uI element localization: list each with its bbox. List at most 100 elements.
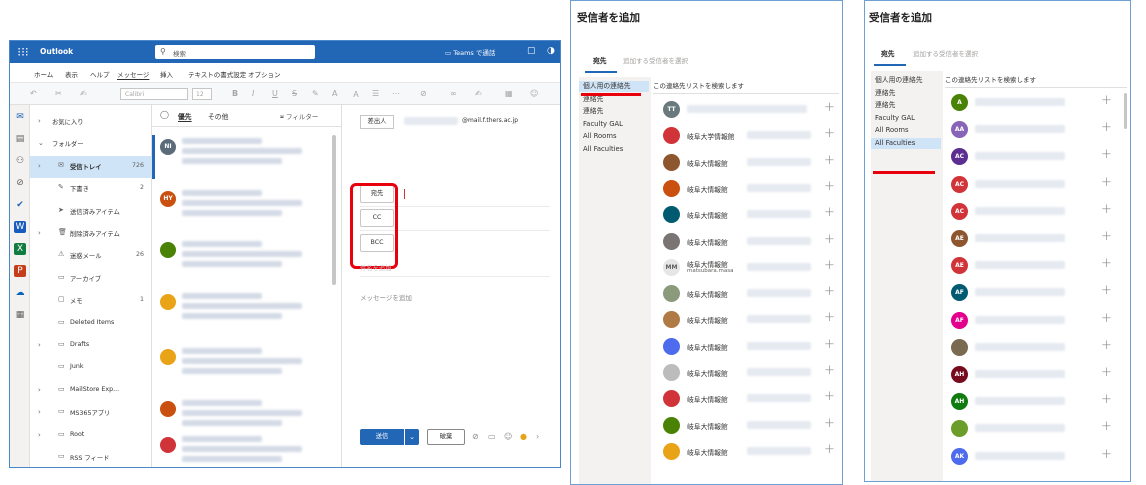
cut-icon[interactable]: ✂ <box>55 89 62 98</box>
recipient-input[interactable]: 追加する受信者を選択 <box>913 48 978 58</box>
subject-input[interactable]: 件名を追加 <box>360 263 391 272</box>
folder-item[interactable]: ▢ メモ 1 <box>30 290 152 312</box>
category-item[interactable]: 個人用の連絡先 <box>871 75 941 86</box>
menu-tab[interactable]: 挿入 <box>160 69 173 79</box>
contact-row[interactable]: AF + <box>951 308 1121 334</box>
attach-icon[interactable]: ⊘ <box>472 432 479 441</box>
italic-icon[interactable]: I <box>252 89 254 98</box>
contact-row[interactable]: 岐阜大情報館 + <box>663 307 842 333</box>
contact-row[interactable]: A + <box>951 90 1121 116</box>
add-contact-plus-icon[interactable]: + <box>1101 120 1112 135</box>
add-contact-plus-icon[interactable]: + <box>1101 147 1112 162</box>
contact-row[interactable]: AF + <box>951 280 1121 306</box>
discard-button[interactable]: 破棄 <box>427 429 465 445</box>
table-icon[interactable]: ▦ <box>505 89 513 98</box>
add-contact-plus-icon[interactable]: + <box>1101 447 1112 462</box>
add-contact-plus-icon[interactable]: + <box>1101 202 1112 217</box>
category-item[interactable]: 連絡先 <box>579 106 649 117</box>
category-item[interactable]: All Rooms <box>871 125 941 136</box>
folder-item[interactable]: › ▭ Drafts <box>30 335 152 357</box>
add-contact-plus-icon[interactable]: + <box>1101 229 1112 244</box>
folder-item[interactable]: ▭ RSS フィード <box>30 447 152 467</box>
add-contact-plus-icon[interactable]: + <box>824 416 835 431</box>
folder-item[interactable]: › ▭ Root <box>30 425 152 447</box>
contact-row[interactable]: AH + <box>951 389 1121 415</box>
font-color-icon[interactable]: A <box>332 89 337 98</box>
apps-icon[interactable]: ▦ <box>14 309 26 321</box>
folder-item[interactable]: › ▭ MS365アプリ <box>30 402 152 424</box>
folder-item[interactable]: ▭ アーカイブ <box>30 268 152 290</box>
tab-other[interactable]: その他 <box>208 111 228 121</box>
list-scrollbar[interactable] <box>332 135 336 285</box>
powerpoint-icon[interactable]: P <box>14 265 26 277</box>
add-contact-plus-icon[interactable]: + <box>824 153 835 168</box>
add-contact-plus-icon[interactable]: + <box>824 100 835 115</box>
contact-row[interactable]: AA + <box>951 117 1121 143</box>
message-item[interactable]: HY <box>152 187 328 233</box>
contact-row[interactable]: AE + <box>951 226 1121 252</box>
contact-row[interactable]: + <box>951 335 1121 361</box>
bold-icon[interactable]: B <box>232 89 238 98</box>
attach-icon[interactable]: ⊘ <box>420 89 427 98</box>
message-body[interactable]: メッセージを追加 <box>360 292 412 302</box>
recipient-input[interactable]: 追加する受信者を選択 <box>623 55 688 65</box>
loop-icon[interactable]: ● <box>520 432 527 441</box>
add-contact-plus-icon[interactable]: + <box>824 389 835 404</box>
send-button[interactable]: 送信 <box>360 429 404 445</box>
message-item[interactable]: NI <box>152 135 328 181</box>
contact-row[interactable]: 岐阜大情報館 + <box>663 413 842 439</box>
add-contact-plus-icon[interactable]: + <box>1101 256 1112 271</box>
add-contact-plus-icon[interactable]: + <box>824 363 835 378</box>
category-item[interactable]: Faculty GAL <box>579 119 649 130</box>
word-icon[interactable]: W <box>14 221 26 233</box>
add-contact-plus-icon[interactable]: + <box>824 442 835 457</box>
add-contact-plus-icon[interactable]: + <box>824 258 835 273</box>
select-all-icon[interactable]: ◯ <box>160 110 169 119</box>
add-contact-plus-icon[interactable]: + <box>1101 338 1112 353</box>
contact-row[interactable]: AC + <box>951 199 1121 225</box>
message-item[interactable] <box>152 238 328 284</box>
add-contact-plus-icon[interactable]: + <box>824 126 835 141</box>
contact-row[interactable]: 岐阜大情報館 + <box>663 281 842 307</box>
add-contact-plus-icon[interactable]: + <box>1101 283 1112 298</box>
folder-item[interactable]: › ▭ MailStore Exp... <box>30 380 152 402</box>
contact-row[interactable]: 岐阜大情報館 + <box>663 202 842 228</box>
onedrive-icon[interactable]: ☁ <box>14 287 26 299</box>
menu-tab[interactable]: ホーム <box>34 69 53 79</box>
folder-item[interactable]: › 🗑 削除済みアイテム <box>30 223 152 245</box>
emoji-icon[interactable]: ☺ <box>530 89 538 98</box>
add-contact-plus-icon[interactable]: + <box>824 205 835 220</box>
message-item[interactable] <box>152 345 328 391</box>
send-options-icon[interactable]: ⌄ <box>405 429 419 445</box>
strike-icon[interactable]: S <box>292 89 297 98</box>
add-contact-plus-icon[interactable]: + <box>1101 93 1112 108</box>
contact-row[interactable]: TT + <box>663 97 842 123</box>
menu-tab[interactable]: テキストの書式設定 <box>188 69 246 79</box>
brush-icon[interactable]: ✍ <box>80 89 87 98</box>
font-name-select[interactable]: Calibri <box>120 88 188 100</box>
contact-row[interactable]: 岐阜大情報館 + <box>663 150 842 176</box>
emoji-icon[interactable]: ☺ <box>504 432 512 441</box>
bell-icon[interactable]: ◑ <box>547 46 555 56</box>
message-item[interactable] <box>152 433 328 467</box>
calendar-icon[interactable]: ▤ <box>14 133 26 145</box>
todo-icon[interactable]: ✔ <box>14 199 26 211</box>
contact-row[interactable]: AK + <box>951 444 1121 470</box>
contact-row[interactable]: AC + <box>951 144 1121 170</box>
category-item[interactable]: All Rooms <box>579 131 649 142</box>
folder-item[interactable]: ⚠ 迷惑メール 26 <box>30 245 152 267</box>
search-input[interactable]: ⚲ 検索 <box>155 45 315 59</box>
undo-icon[interactable]: ↶ <box>30 89 37 98</box>
contact-row[interactable]: 岐阜大学情報館 + <box>663 123 842 149</box>
folder-item[interactable]: › お気に入り <box>30 111 152 133</box>
add-contact-plus-icon[interactable]: + <box>824 310 835 325</box>
add-contact-plus-icon[interactable]: + <box>1101 311 1112 326</box>
tab-to[interactable]: 宛先 <box>881 48 895 58</box>
highlight-icon[interactable]: ✎ <box>312 89 319 98</box>
from-button[interactable]: 差出人 <box>360 115 394 129</box>
tab-focused[interactable]: 優先 <box>178 111 192 121</box>
folder-item[interactable]: ▭ Deleted Items <box>30 313 152 335</box>
contact-row[interactable]: AC + <box>951 172 1121 198</box>
add-contact-plus-icon[interactable]: + <box>824 179 835 194</box>
category-item[interactable]: All Faculties <box>871 137 941 149</box>
